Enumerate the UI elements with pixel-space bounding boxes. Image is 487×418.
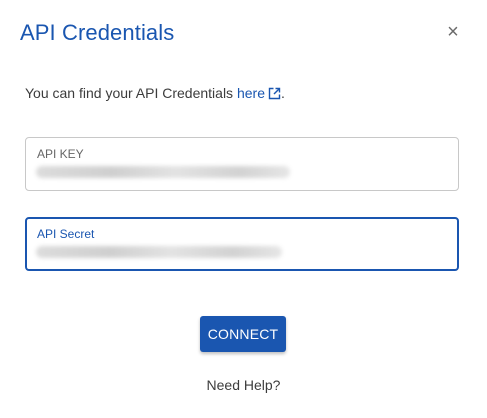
intro-text: You can find your API Credentials here. [25,85,285,101]
intro-suffix: . [280,85,285,101]
close-icon: × [447,20,459,43]
close-button[interactable]: × [441,20,465,44]
api-key-value-redacted [36,166,290,178]
api-key-label: API KEY [37,147,84,161]
connect-button[interactable]: CONNECT [200,316,286,352]
credentials-link[interactable]: here [237,85,281,101]
need-help-link[interactable]: Need Help? [0,377,487,393]
external-link-icon [268,87,281,100]
api-key-field[interactable]: API KEY [25,137,459,191]
api-secret-value-redacted [36,246,282,258]
api-credentials-dialog: API Credentials × You can find your API … [0,0,487,418]
dialog-title: API Credentials [20,20,175,45]
intro-prefix: You can find your API Credentials [25,85,237,101]
api-secret-label: API Secret [37,227,95,241]
credentials-link-label: here [236,85,265,101]
api-secret-field[interactable]: API Secret [25,217,459,271]
